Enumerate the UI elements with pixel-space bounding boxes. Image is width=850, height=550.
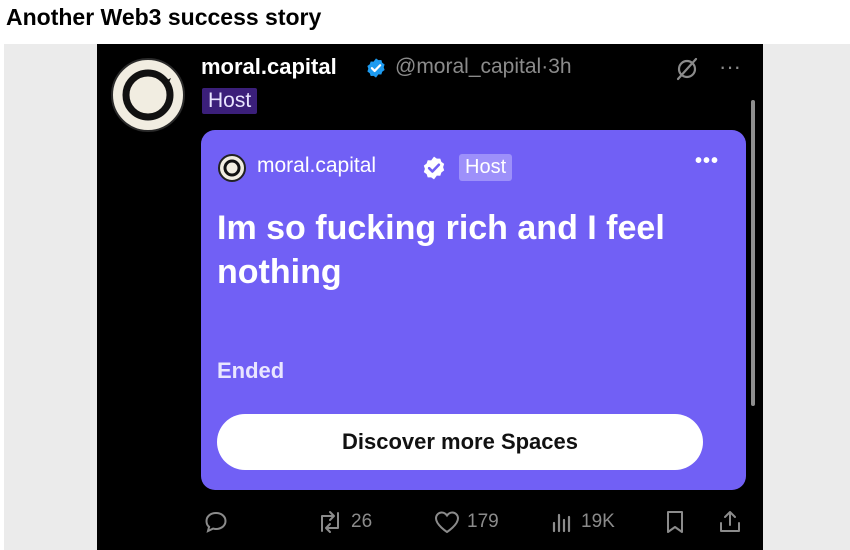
views-button[interactable]: 19K [549,510,615,534]
post-title: Another Web3 success story [6,4,322,30]
verified-badge-icon [423,156,445,180]
space-host-name: moral.capital [257,154,377,177]
space-more-icon[interactable]: ••• [695,150,719,173]
views-icon [552,513,571,533]
ouroboros-logo-icon [122,69,174,121]
like-icon [434,511,460,534]
host-badge: Host [202,88,258,114]
space-card[interactable]: moral.capital Host ••• Im so fucking ric… [201,130,746,490]
verified-badge-icon [367,58,385,78]
ouroboros-logo-icon [223,159,241,177]
tweet-screenshot: moral.capital @moral_capital·3h ··· Host… [97,44,763,550]
share-icon [720,511,740,532]
space-status: Ended [217,358,285,383]
reply-button[interactable] [203,510,235,534]
avatar[interactable] [111,58,185,132]
scrollbar[interactable] [751,100,755,406]
retweet-button[interactable]: 26 [315,510,372,534]
space-title: Im so fucking rich and I feel nothing [217,209,665,291]
bookmark-button[interactable] [663,510,687,534]
views-count: 19K [581,511,615,532]
more-icon[interactable]: ··· [719,54,741,80]
handle: @moral_capital [395,55,542,78]
share-button[interactable] [717,510,743,534]
space-host-badge: Host [459,154,513,181]
discover-spaces-button[interactable]: Discover more Spaces [217,414,703,470]
bookmark-icon [667,511,683,533]
retweet-count: 26 [351,511,373,532]
space-host-avatar [218,154,246,182]
like-button[interactable]: 179 [433,510,499,534]
display-name[interactable]: moral.capital [201,54,337,80]
grok-icon[interactable] [674,56,700,82]
retweet-icon [321,511,339,533]
reply-icon [205,511,227,533]
timestamp: ·3h [541,55,572,78]
like-count: 179 [467,511,499,532]
handle-and-time[interactable]: @moral_capital·3h [395,55,572,79]
